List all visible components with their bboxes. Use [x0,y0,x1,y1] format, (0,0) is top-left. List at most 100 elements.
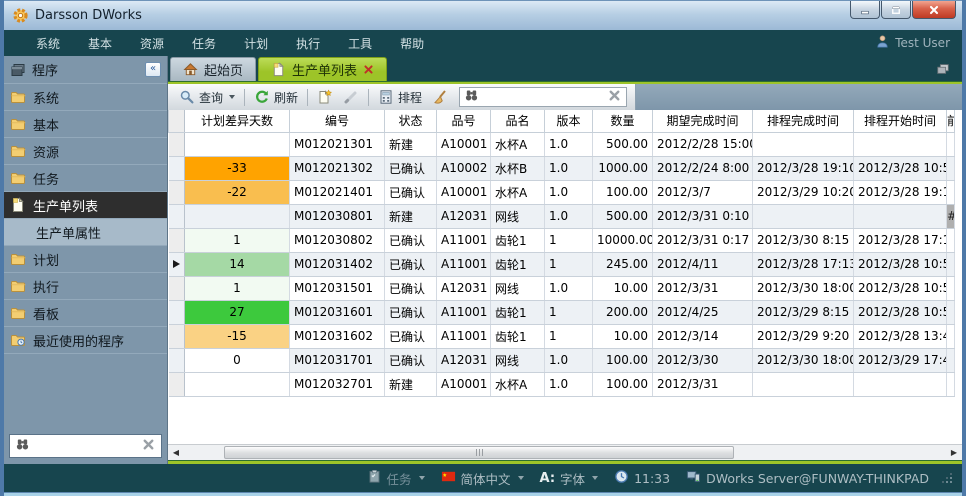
cell[interactable]: 500.00 [593,132,653,156]
column-header[interactable]: 品号 [437,110,491,132]
cell[interactable] [854,132,947,156]
cell[interactable]: A12031 [437,348,491,372]
status-task-menu[interactable]: 任务 [362,469,430,488]
scroll-left-arrow-icon[interactable]: ◀ [170,447,182,459]
cell[interactable]: A10001 [437,132,491,156]
logged-in-user[interactable]: Test User [875,34,950,52]
pencil-button[interactable] [338,87,364,107]
cell[interactable]: 新建 [385,204,437,228]
cell[interactable]: 水杯B [491,156,545,180]
cell[interactable]: M012031601 [290,300,385,324]
broom-button[interactable] [427,87,453,107]
cell[interactable]: 齿轮1 [491,300,545,324]
cell[interactable]: 1000.00 [593,156,653,180]
toolbar-search-input[interactable] [483,90,603,104]
row-selector[interactable] [169,348,185,372]
cell[interactable]: 已确认 [385,348,437,372]
cell[interactable]: 网线 [491,276,545,300]
cell[interactable]: 2012/3/28 19:10 [753,156,854,180]
sidebar-item[interactable]: 计划 [4,246,167,273]
cell[interactable]: 2012/3/28 19:10 [854,180,947,204]
cell[interactable]: 2012/3/30 18:00 [753,348,854,372]
table-row[interactable]: -15M012031602已确认A11001齿轮1110.002012/3/14… [169,324,955,348]
cell[interactable]: -15 [185,324,290,348]
cell[interactable]: 14 [185,252,290,276]
cell[interactable]: 2012/3/28 10:52 [854,276,947,300]
cell[interactable]: 10000.00 [593,228,653,252]
cell[interactable]: 新建 [385,372,437,396]
minimize-button[interactable] [850,1,880,19]
cell-overflow[interactable] [947,300,955,324]
menu-item[interactable]: 工具 [334,30,386,56]
magnifier-button[interactable]: 查询 [174,87,240,108]
cell[interactable]: 1 [545,300,593,324]
cell[interactable]: 0 [185,348,290,372]
sidebar-search-input[interactable] [34,439,137,453]
cell[interactable]: 2012/3/28 10:52 [854,156,947,180]
table-row[interactable]: M012021301新建A10001水杯A1.0500.002012/2/28 … [169,132,955,156]
cell[interactable]: 2012/3/28 17:13 [854,228,947,252]
table-row[interactable]: M012030801新建A12031网线1.0500.002012/3/31 0… [169,204,955,228]
cell[interactable] [753,204,854,228]
toolbar-search-clear-icon[interactable] [607,88,622,106]
cell[interactable]: 100.00 [593,372,653,396]
horizontal-scrollbar[interactable]: ◀ ▶ [168,444,962,460]
cell[interactable]: 齿轮1 [491,228,545,252]
sidebar-item[interactable]: 基本 [4,111,167,138]
row-selector[interactable] [169,228,185,252]
cell[interactable] [854,204,947,228]
cell[interactable]: M012031402 [290,252,385,276]
column-header[interactable]: 编号 [290,110,385,132]
cell[interactable]: 新建 [385,132,437,156]
row-selector[interactable] [169,324,185,348]
cell-overflow[interactable] [947,156,955,180]
row-selector[interactable] [169,180,185,204]
cell[interactable]: 1 [545,228,593,252]
cell[interactable]: A11001 [437,324,491,348]
cell[interactable]: 2012/3/29 8:15 [753,300,854,324]
cell[interactable]: 网线 [491,348,545,372]
cell[interactable]: M012021302 [290,156,385,180]
cell[interactable]: 1 [545,252,593,276]
cell[interactable]: 2012/3/28 17:13 [753,252,854,276]
cell[interactable]: 245.00 [593,252,653,276]
cell[interactable]: 2012/3/28 10:52 [854,252,947,276]
cell[interactable]: A11001 [437,300,491,324]
cell[interactable] [185,132,290,156]
cell[interactable]: 水杯A [491,180,545,204]
cell[interactable]: 已确认 [385,180,437,204]
cell[interactable] [185,372,290,396]
cell[interactable]: M012031701 [290,348,385,372]
sidebar-item[interactable]: 生产单列表 [4,192,167,219]
cell[interactable]: 2012/3/28 13:40 [854,324,947,348]
table-row[interactable]: 0M012031701已确认A12031网线1.0100.002012/3/30… [169,348,955,372]
column-header[interactable]: 计划差异天数 [185,110,290,132]
cell[interactable]: 1.0 [545,132,593,156]
cell-overflow[interactable] [947,252,955,276]
cell[interactable]: 2012/2/24 8:00 [653,156,753,180]
cell[interactable]: 2012/3/31 [653,276,753,300]
cell[interactable]: 1.0 [545,180,593,204]
tab-active[interactable]: 生产单列表 [258,57,387,81]
row-selector[interactable] [169,132,185,156]
cell-overflow[interactable] [947,324,955,348]
cell-overflow[interactable]: # [947,204,955,228]
cell[interactable]: -33 [185,156,290,180]
scrollbar-thumb[interactable] [224,446,734,459]
cell-overflow[interactable] [947,180,955,204]
cell[interactable] [185,204,290,228]
maximize-button[interactable] [881,1,911,19]
close-button[interactable] [912,1,956,19]
menu-item[interactable]: 计划 [230,30,282,56]
column-header[interactable]: 期望完成时间 [653,110,753,132]
table-row[interactable]: -22M012021401已确认A10001水杯A1.0100.002012/3… [169,180,955,204]
cell[interactable]: 2012/3/29 17:46 [854,348,947,372]
cell[interactable]: 2012/3/14 [653,324,753,348]
table-row[interactable]: 1M012030802已确认A11001齿轮1110000.002012/3/3… [169,228,955,252]
row-selector[interactable] [169,252,185,276]
table-row[interactable]: 14M012031402已确认A11001齿轮11245.002012/4/11… [169,252,955,276]
cell[interactable]: 已确认 [385,228,437,252]
cell[interactable]: 2012/3/31 0:17 [653,228,753,252]
cell[interactable]: 1.0 [545,372,593,396]
cell[interactable]: 水杯A [491,372,545,396]
